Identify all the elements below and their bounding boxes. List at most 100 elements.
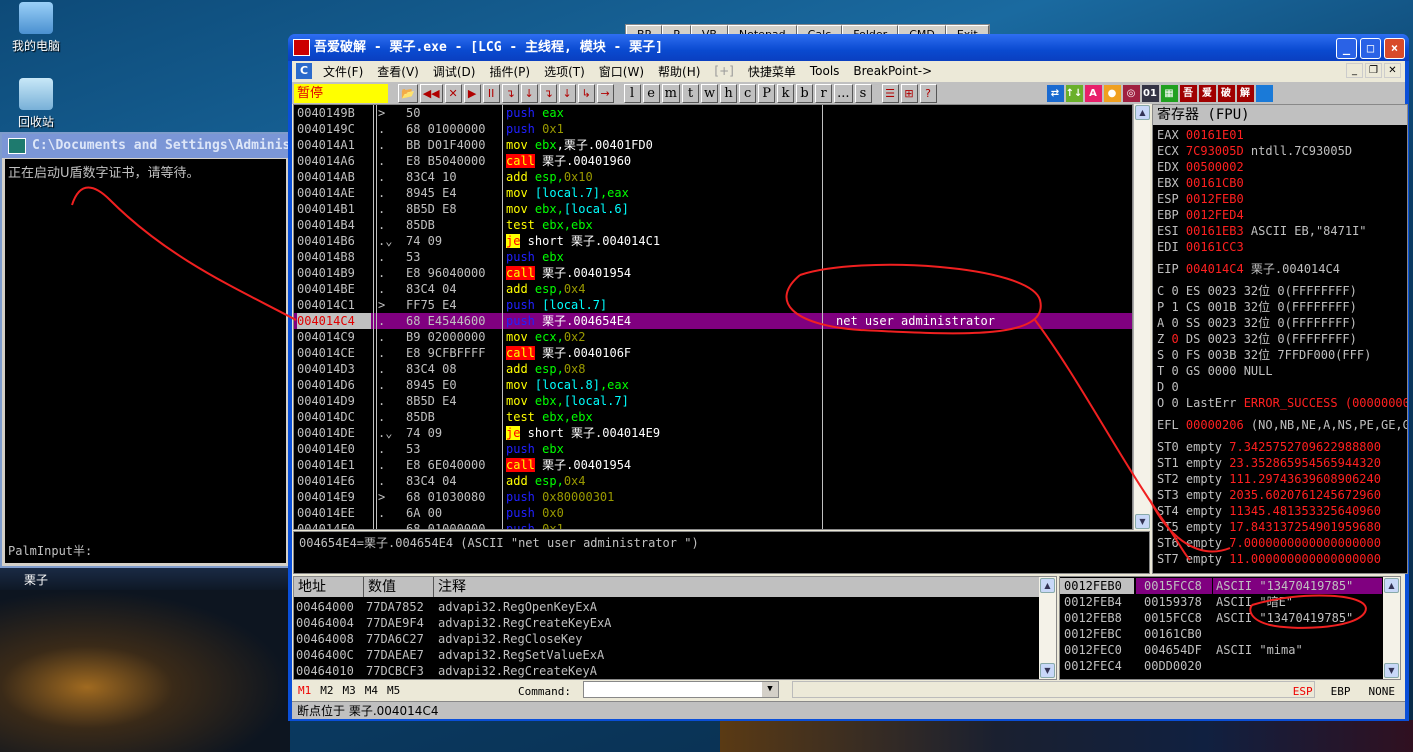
register-line[interactable]: EAX 00161E01 <box>1157 127 1244 143</box>
disasm-row[interactable]: 004014EE. 6A 00 push 0x0 <box>294 505 1132 521</box>
dump-row[interactable]: 00464004 77DAE9F4 advapi32.RegCreateKeyExA <box>294 615 1038 631</box>
register-line[interactable]: A 0 SS 0023 32位 0(FFFFFFFF) <box>1157 315 1357 331</box>
dump-pane[interactable]: 地址 数值 注释 ▲ ▼ 00464000 77DA7852 advapi32.Reg… <box>293 576 1057 680</box>
disasm-row[interactable]: 004014BE. 83C4 04 add esp,0x4 <box>294 281 1132 297</box>
disasm-row[interactable]: 004014C9. B9 02000000 mov ecx,0x2 <box>294 329 1132 345</box>
menu-item[interactable]: 查看(V) <box>370 63 426 80</box>
disasm-row[interactable]: 004014DE .⌄ 74 09 je short 栗子.004014E9 <box>294 425 1132 441</box>
toolbar-window-button-1[interactable]: e <box>642 83 660 103</box>
disasm-row[interactable]: 004014E9 >68 01030080 push 0x80000301 <box>294 489 1132 505</box>
minimize-button[interactable]: _ <box>1336 38 1357 59</box>
bookmark-m2[interactable]: M2 <box>320 684 333 697</box>
register-line[interactable]: ST7 empty 11.000000000000000000 <box>1157 551 1381 567</box>
menu-item[interactable]: Tools <box>803 64 847 78</box>
taskbar-item[interactable]: 栗子 <box>0 568 290 590</box>
toolbar-control-button[interactable]: 📂 <box>398 83 418 103</box>
menu-item[interactable]: 帮助(H) <box>651 63 707 80</box>
mdi-close-button[interactable]: ✕ <box>1384 63 1401 78</box>
register-line[interactable]: Z 0 DS 0023 32位 0(FFFFFFFF) <box>1157 331 1357 347</box>
stack-pane[interactable]: 0012FEC4 00DD0020 0012FEC0 004654DF ASCII "m… <box>1059 576 1401 680</box>
toolbar-window-button-5[interactable]: h <box>720 83 738 103</box>
toolbar-control-button[interactable]: ↳ <box>577 83 595 103</box>
toolbar-control-button[interactable]: ↓ <box>558 83 576 103</box>
toolbar-window-button-0[interactable]: l <box>623 83 641 103</box>
register-line[interactable]: ST4 empty 11345.481353325640960 <box>1157 503 1381 519</box>
menu-item[interactable]: 调试(D) <box>426 63 483 80</box>
toolbar-control-button[interactable]: ✕ <box>444 83 462 103</box>
disasm-row[interactable]: 004014B6 .⌄ 74 09 je short 栗子.004014C1 <box>294 233 1132 249</box>
child-window-icon[interactable]: C <box>296 63 312 79</box>
title-bar[interactable]: 吾爱破解 - 栗子.exe - [LCG - 主线程, 模块 - 栗子] _ □… <box>288 34 1409 61</box>
register-line[interactable]: O 0 LastErr ERROR_SUCCESS (00000000) <box>1157 395 1407 411</box>
dropdown-arrow-icon[interactable]: ▼ <box>762 682 778 697</box>
register-line[interactable]: EDI 00161CC3 <box>1157 239 1244 255</box>
disassembly-scrollbar[interactable]: ▲ ▼ <box>1133 104 1150 530</box>
registers-pane[interactable]: 寄存器 (FPU) EAX 00161E01 ECX 7C93005D ntdll.… <box>1152 104 1408 574</box>
toolbar-extra-button[interactable]: ? <box>919 83 937 103</box>
register-line[interactable]: ECX 7C93005D ntdll.7C93005D <box>1157 143 1352 159</box>
scroll-up-icon[interactable]: ▲ <box>1135 105 1150 120</box>
disasm-row[interactable]: 004014E0. 53 push ebx <box>294 441 1132 457</box>
disasm-row[interactable]: 004014D3. 83C4 08 add esp,0x8 <box>294 361 1132 377</box>
menu-item[interactable]: 快捷菜单 <box>741 63 803 80</box>
disasm-row[interactable]: 0040149C. 68 01000000 push 0x1 <box>294 121 1132 137</box>
menu-item[interactable]: 窗口(W) <box>592 63 651 80</box>
registers-header[interactable]: 寄存器 (FPU) <box>1153 105 1407 125</box>
register-line[interactable]: ST0 empty 7.3425752709622988800 <box>1157 439 1381 455</box>
register-line[interactable]: D 0 <box>1157 379 1179 395</box>
disasm-row[interactable]: 004014E6. 83C4 04 add esp,0x4 <box>294 473 1132 489</box>
register-line[interactable]: P 1 CS 001B 32位 0(FFFFFFFF) <box>1157 299 1357 315</box>
column-header-address[interactable]: 地址 <box>294 577 364 597</box>
close-button[interactable]: × <box>1384 38 1405 59</box>
bookmark-m1[interactable]: M1 <box>298 684 311 697</box>
plugin-icon[interactable]: ⇄ <box>1046 84 1064 102</box>
menu-item[interactable]: BreakPoint-> <box>846 64 939 78</box>
toolbar-window-button-9[interactable]: b <box>796 83 814 103</box>
toolbar-window-button-4[interactable]: w <box>700 83 719 103</box>
disasm-row[interactable]: 004014C1 > FF75 E4 push [local.7] <box>294 297 1132 313</box>
register-line[interactable]: EDX 00500002 <box>1157 159 1244 175</box>
bookmark-m4[interactable]: M4 <box>365 684 378 697</box>
console-window[interactable]: C:\Documents and Settings\Administrator … <box>0 132 291 568</box>
plugin-icon[interactable]: ↑↓ <box>1065 84 1083 102</box>
plugin-icon[interactable]: ● <box>1103 84 1121 102</box>
disasm-row[interactable]: 004014DC. 85DB test ebx,ebx <box>294 409 1132 425</box>
mdi-minimize-button[interactable]: _ <box>1346 63 1363 78</box>
register-line[interactable]: EFL 00000206 (NO,NB,NE,A,NS,PE,GE,G) <box>1157 417 1407 433</box>
stack-mode-none[interactable]: NONE <box>1369 685 1396 698</box>
register-line[interactable]: EBX 00161CB0 <box>1157 175 1244 191</box>
toolbar-window-button-12[interactable]: s <box>854 83 872 103</box>
toolbar-control-button[interactable]: ↓ <box>520 83 538 103</box>
toolbar-window-button-10[interactable]: r <box>815 83 833 103</box>
disasm-row[interactable]: 004014E1. E8 6E040000 call 栗子.00401954 <box>294 457 1132 473</box>
plugin-icon[interactable]: 爱 <box>1198 84 1216 102</box>
scroll-down-icon[interactable]: ▼ <box>1135 514 1150 529</box>
toolbar-control-button[interactable]: → <box>596 83 614 103</box>
register-line[interactable]: EBP 0012FED4 <box>1157 207 1244 223</box>
toolbar-extra-button[interactable]: ☰ <box>881 83 899 103</box>
disasm-row[interactable]: 004014B4. 85DB test ebx,ebx <box>294 217 1132 233</box>
console-title-bar[interactable]: C:\Documents and Settings\Administrator <box>2 134 289 158</box>
stack-row[interactable]: 0012FEC4 00DD0020 <box>1060 658 1382 674</box>
disasm-row[interactable]: 004014F0. 68 01000000 push 0x1 <box>294 521 1132 529</box>
register-line[interactable]: S 0 FS 003B 32位 7FFDF000(FFF) <box>1157 347 1371 363</box>
disasm-row[interactable]: 004014C4. 68 E4544600 push 栗子.004654E4 net … <box>294 313 1132 329</box>
disasm-row[interactable]: 004014B8. 53 push ebx <box>294 249 1132 265</box>
disasm-row[interactable]: 004014CE. E8 9CFBFFFF call 栗子.0040106F <box>294 345 1132 361</box>
plugin-icon[interactable]: 吾 <box>1179 84 1197 102</box>
disassembly-pane[interactable]: 004014F0. 68 01000000 push 0x1 004014EE. 6A … <box>293 104 1133 530</box>
register-line[interactable]: ST6 empty 7.0000000000000000000 <box>1157 535 1381 551</box>
toolbar-window-button-7[interactable]: P <box>758 83 776 103</box>
register-line[interactable]: ST5 empty 17.843137254901959680 <box>1157 519 1381 535</box>
dump-scrollbar[interactable]: ▲ ▼ <box>1039 577 1056 679</box>
disasm-row[interactable]: 004014AE. 8945 E4 mov [local.7],eax <box>294 185 1132 201</box>
plugin-icon[interactable]: ▦ <box>1160 84 1178 102</box>
toolbar-control-button[interactable]: ↴ <box>501 83 519 103</box>
menu-item[interactable]: 文件(F) <box>316 63 370 80</box>
bookmark-m5[interactable]: M5 <box>387 684 400 697</box>
stack-mode-ebp[interactable]: EBP <box>1331 685 1351 698</box>
stack-row[interactable]: 0012FEB8 0015FCC8 ASCII "13470419785" <box>1060 610 1382 626</box>
plugin-icon[interactable]: 破 <box>1217 84 1235 102</box>
recycle-bin-icon[interactable]: 回收站 <box>0 78 72 130</box>
plugin-icon[interactable]: 01 <box>1141 84 1159 102</box>
